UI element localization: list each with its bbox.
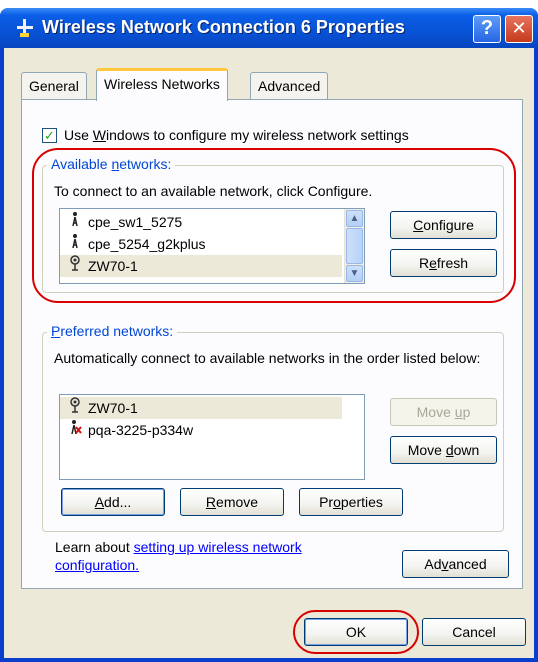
- tab-general[interactable]: General: [21, 72, 87, 100]
- scrollbar-thumb[interactable]: [346, 228, 363, 264]
- refresh-button[interactable]: Refresh: [390, 249, 497, 277]
- learn-about-text: Learn about setting up wireless network …: [55, 539, 302, 573]
- tab-advanced[interactable]: Advanced: [250, 72, 329, 100]
- cancel-button[interactable]: Cancel: [422, 618, 526, 646]
- list-item[interactable]: pqa-3225-p334w: [60, 419, 342, 441]
- available-networks-description: To connect to an available network, clic…: [54, 183, 373, 199]
- available-list-scrollbar[interactable]: ▲ ▼: [344, 209, 364, 283]
- help-button[interactable]: ?: [473, 15, 501, 43]
- scroll-up-icon[interactable]: ▲: [346, 210, 363, 227]
- ad-hoc-network-icon: [66, 211, 84, 233]
- preferred-networks-legend: Preferred networks:: [47, 323, 178, 339]
- access-point-icon: [66, 397, 84, 419]
- properties-button[interactable]: Properties: [299, 488, 403, 516]
- close-button[interactable]: ✕: [505, 15, 533, 43]
- window-title: Wireless Network Connection 6 Properties: [42, 17, 405, 37]
- learn-setup-link-continued[interactable]: configuration.: [55, 557, 139, 573]
- configure-button[interactable]: Configure: [390, 211, 497, 239]
- available-networks-legend: Available networks:: [47, 156, 176, 172]
- list-item[interactable]: cpe_5254_g2kplus: [60, 233, 342, 255]
- network-connection-icon: [17, 19, 33, 37]
- use-windows-label[interactable]: Use Windows to configure my wireless net…: [64, 127, 409, 143]
- list-item[interactable]: cpe_sw1_5275: [60, 211, 342, 233]
- available-networks-list[interactable]: cpe_sw1_5275 cpe_5254_g2kplus ZW70-1 ▲ ▼: [59, 208, 365, 284]
- dialog-body: General Wireless Networks Advanced ✓ Use…: [4, 48, 534, 658]
- preferred-networks-description: Automatically connect to available netwo…: [54, 350, 481, 366]
- ad-hoc-network-icon: [66, 233, 84, 255]
- remove-button[interactable]: Remove: [180, 488, 284, 516]
- use-windows-checkbox[interactable]: ✓: [42, 128, 57, 143]
- learn-setup-link[interactable]: setting up wireless network: [134, 539, 302, 555]
- list-item[interactable]: ZW70-1: [60, 255, 342, 277]
- scroll-down-icon[interactable]: ▼: [346, 265, 363, 282]
- ok-button[interactable]: OK: [304, 618, 408, 646]
- access-point-icon: [66, 255, 84, 277]
- tab-wireless-networks[interactable]: Wireless Networks: [96, 68, 228, 101]
- properties-window: Wireless Network Connection 6 Properties…: [0, 8, 538, 662]
- advanced-button[interactable]: Advanced: [402, 550, 509, 578]
- unavailable-network-icon: [66, 419, 84, 441]
- preferred-networks-list[interactable]: ZW70-1 pqa-3225-p334w: [59, 394, 365, 480]
- title-bar[interactable]: Wireless Network Connection 6 Properties…: [0, 8, 538, 48]
- move-up-button[interactable]: Move up: [390, 398, 497, 426]
- list-item[interactable]: ZW70-1: [60, 397, 342, 419]
- wireless-networks-panel: ✓ Use Windows to configure my wireless n…: [21, 99, 523, 589]
- add-button[interactable]: Add...: [61, 488, 165, 516]
- move-down-button[interactable]: Move down: [390, 436, 497, 464]
